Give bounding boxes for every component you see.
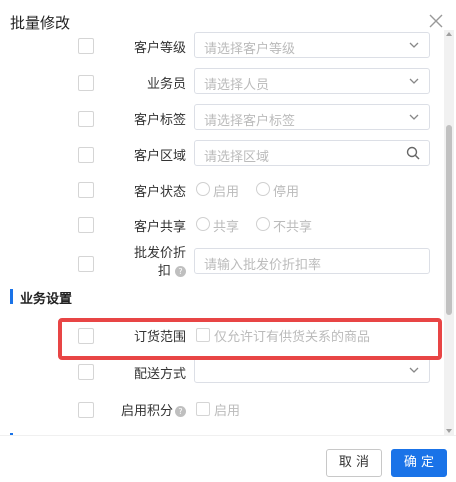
customer-region-input[interactable]: 请选择区域 xyxy=(194,140,430,166)
search-icon[interactable] xyxy=(406,146,420,160)
scrollbar[interactable] xyxy=(444,30,454,435)
row-salesperson: 业务员 请选择人员 xyxy=(0,67,443,97)
row-delivery-method: 配送方式 xyxy=(0,356,443,386)
customer-region-label: 客户区域 xyxy=(133,149,186,164)
footer-divider xyxy=(0,435,456,436)
chevron-down-icon xyxy=(409,367,419,373)
row-customer-status: 客户状态 启用 停用 xyxy=(0,176,443,202)
status-enable-radio[interactable] xyxy=(196,182,210,196)
wholesale-discount-placeholder: 请输入批发价折扣率 xyxy=(204,258,322,273)
row-enable-points: 启用积分? 启用 xyxy=(0,396,443,422)
enable-points-label: 启用积分? xyxy=(86,400,186,419)
customer-level-placeholder: 请选择客户等级 xyxy=(204,42,296,57)
row-customer-region: 客户区域 请选择区域 xyxy=(0,139,443,169)
chevron-down-icon xyxy=(409,78,419,84)
share-no-label: 不共享 xyxy=(273,220,313,235)
highlight-box xyxy=(58,318,442,360)
status-disable-radio[interactable] xyxy=(256,182,270,196)
row-customer-level: 客户等级 请选择客户等级 xyxy=(0,30,443,60)
scrollbar-thumb[interactable] xyxy=(446,125,452,315)
customer-region-placeholder: 请选择区域 xyxy=(204,150,270,165)
status-enable-label: 启用 xyxy=(213,185,240,200)
help-icon[interactable]: ? xyxy=(175,266,186,277)
wholesale-discount-label-line2: 扣 xyxy=(157,264,171,279)
share-yes-label: 共享 xyxy=(213,220,240,235)
wholesale-discount-label: 批发价折 扣 ? xyxy=(86,245,186,281)
delivery-method-label: 配送方式 xyxy=(133,367,186,382)
wholesale-discount-label-line1: 批发价折 xyxy=(133,246,186,261)
row-customer-share: 客户共享 共享 不共享 xyxy=(0,211,443,237)
chevron-down-icon xyxy=(409,114,419,120)
cancel-button[interactable]: 取 消 xyxy=(326,449,382,477)
salesperson-placeholder: 请选择人员 xyxy=(204,78,270,93)
customer-level-label: 客户等级 xyxy=(133,41,186,56)
enable-points-checkbox[interactable] xyxy=(196,402,210,416)
share-no-radio[interactable] xyxy=(256,217,270,231)
salesperson-select[interactable]: 请选择人员 xyxy=(194,68,430,94)
section-business-settings: 业务设置 xyxy=(10,288,72,307)
enable-points-option-label: 启用 xyxy=(214,404,241,419)
customer-tag-select[interactable]: 请选择客户标签 xyxy=(194,104,430,130)
enable-points-label-text: 启用积分 xyxy=(120,404,173,419)
form-scroll-area[interactable]: 客户等级 请选择客户等级 业务员 请选择人员 客户标签 请选择客户标签 客户区域… xyxy=(0,30,443,435)
customer-share-label: 客户共享 xyxy=(133,220,186,235)
close-icon[interactable] xyxy=(428,13,444,29)
customer-level-select[interactable]: 请选择客户等级 xyxy=(194,32,430,58)
row-customer-tag: 客户标签 请选择客户标签 xyxy=(0,103,443,133)
customer-tag-label: 客户标签 xyxy=(133,113,186,128)
customer-status-label: 客户状态 xyxy=(133,185,186,200)
wholesale-discount-input[interactable]: 请输入批发价折扣率 xyxy=(194,248,430,274)
help-icon[interactable]: ? xyxy=(175,406,186,417)
salesperson-label: 业务员 xyxy=(146,77,186,92)
scroll-up-icon[interactable] xyxy=(446,32,452,36)
share-yes-radio[interactable] xyxy=(196,217,210,231)
chevron-down-icon xyxy=(409,42,419,48)
row-wholesale-discount: 批发价折 扣 ? 请输入批发价折扣率 xyxy=(0,244,443,280)
scroll-down-icon[interactable] xyxy=(446,429,452,433)
delivery-method-select[interactable] xyxy=(194,357,430,383)
customer-tag-placeholder: 请选择客户标签 xyxy=(204,114,296,129)
status-disable-label: 停用 xyxy=(273,185,300,200)
confirm-button[interactable]: 确 定 xyxy=(391,449,447,477)
